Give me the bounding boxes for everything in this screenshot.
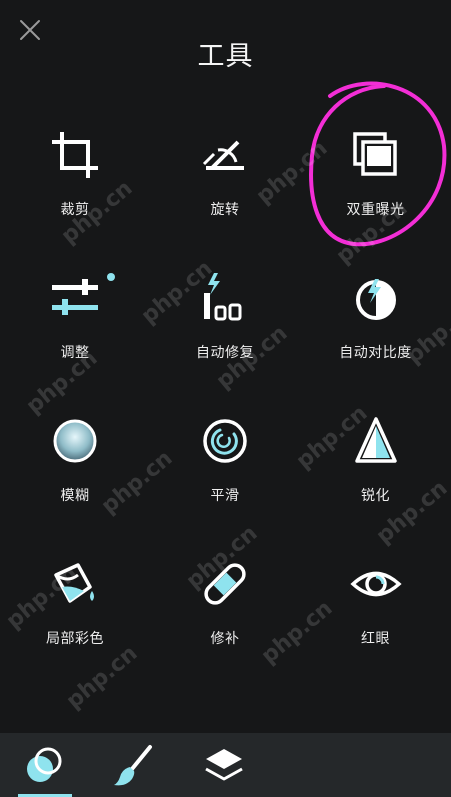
tool-label: 裁剪 [60,202,90,218]
tool-label: 自动对比度 [339,345,412,361]
layers-icon[interactable] [202,743,246,787]
tool-label: 自动修复 [196,345,254,361]
brush-icon[interactable] [112,743,156,787]
color-splash-icon [54,563,94,603]
tools-grid: 裁剪 旋转 双重曝光 调整 自动修复 自动对比度 模糊 平滑 锐化 局部彩色 修… [0,118,451,690]
rotate-icon [202,140,244,170]
sharpen-icon [354,417,397,463]
tool-label: 红眼 [361,631,390,647]
tool-label: 双重曝光 [346,202,405,218]
tool-label: 调整 [60,345,90,361]
heal-bandage-icon [204,563,246,605]
tool-rotate[interactable]: 旋转 [150,118,300,261]
tool-label: 修补 [210,631,240,647]
tool-label: 旋转 [210,202,240,218]
blur-icon [53,419,97,463]
bottom-toolbar [0,733,451,797]
tool-double-exposure[interactable]: 双重曝光 [300,118,451,261]
red-eye-icon [349,571,402,597]
tool-smooth[interactable]: 平滑 [150,404,300,547]
tool-auto-fix[interactable]: 自动修复 [150,261,300,404]
tool-label: 局部彩色 [46,631,104,647]
crop-icon [52,132,98,178]
adjust-sliders-icon [52,279,98,315]
new-badge-dot [107,273,115,281]
effects-icon[interactable] [22,743,66,787]
tool-label: 模糊 [60,488,90,504]
tool-crop[interactable]: 裁剪 [0,118,150,261]
page-title: 工具 [197,41,254,72]
tool-red-eye[interactable]: 红眼 [300,547,451,690]
tool-blur[interactable]: 模糊 [0,404,150,547]
tool-auto-contrast[interactable]: 自动对比度 [300,261,451,404]
auto-contrast-icon [355,279,396,320]
tool-heal[interactable]: 修补 [150,547,300,690]
double-exposure-icon [352,132,397,176]
tool-color-splash[interactable]: 局部彩色 [0,547,150,690]
tool-sharpen[interactable]: 锐化 [300,404,451,547]
tool-adjust[interactable]: 调整 [0,261,150,404]
tool-label: 平滑 [210,488,240,504]
auto-fix-icon [204,273,242,321]
smooth-icon [203,419,247,463]
tool-label: 锐化 [361,488,390,504]
